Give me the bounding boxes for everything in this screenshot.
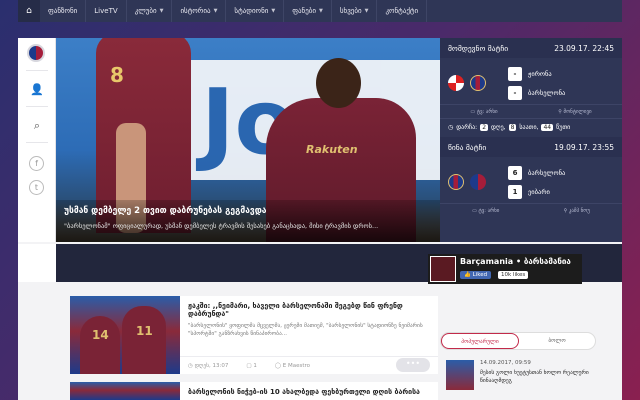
like-button[interactable]: 👍 Liked: [460, 271, 492, 279]
next-match-meta: ▭ ტვ: არხი ⚲ მონტილივი: [440, 104, 622, 118]
thumbs-up-icon: 👍: [464, 272, 471, 278]
hero-snippet: "ბარსელონამ" ოფიციალურად, უსმან დემბელეს…: [64, 222, 379, 230]
barcelona-crest-icon: [448, 174, 464, 190]
nav-item-contact[interactable]: კონტაქტი: [377, 0, 428, 22]
next-match-teams[interactable]: - ჟირონა - ბარსელონა: [440, 58, 622, 104]
home-icon[interactable]: ⌂: [18, 0, 40, 22]
top-navigation: ⌂ ფანზონი LiveTV კლუბი ▼ ისტორია ▼ სტადიონ…: [18, 0, 622, 22]
news-title[interactable]: ჟაკში: ,,ნეიმარი, ხაველი ბარსელონაში შეგ…: [188, 302, 430, 318]
news-snippet: "ბარსელონის" ყოფილმა მცველმა, ჟერემი მათ…: [188, 323, 423, 337]
match-panel: მომდევნო მატჩი 23.09.17. 22:45 - ჟირონა -…: [440, 38, 622, 242]
nav-item-other[interactable]: სხვები ▼: [332, 0, 378, 22]
popular-item-image: [446, 360, 474, 390]
news-title[interactable]: ბარსელონის ნიჭებ-ის 10 ახალბედა ფეხბურთე…: [188, 388, 430, 396]
chevron-down-icon: ▼: [213, 8, 218, 14]
tv-icon: ▭: [472, 207, 477, 214]
chevron-down-icon: ▼: [364, 8, 369, 14]
news-image[interactable]: 14 11: [70, 296, 180, 374]
left-sidebar: 👤 ⌕ f t: [18, 38, 56, 242]
facebook-icon[interactable]: f: [29, 156, 44, 171]
hero-caption: უსმან დემბელე 2 თვით დაბრუნებას გეგმავდა…: [56, 200, 440, 242]
tv-icon: ▭: [470, 108, 476, 115]
site-logo[interactable]: [27, 44, 45, 62]
clock-icon: ◷: [448, 123, 454, 131]
comment-icon: ▢: [246, 362, 252, 369]
location-pin-icon: ⚲: [558, 108, 562, 115]
news-item[interactable]: ჟაკში: ,,ნეიმარი, ხაველი ბარსელონაში შეგ…: [180, 296, 438, 374]
venue: ⚲ კამპ ნოუ: [563, 207, 590, 214]
news-image[interactable]: [70, 382, 180, 400]
nav-item-livetv[interactable]: LiveTV: [86, 0, 127, 22]
chevron-down-icon: ▼: [159, 8, 164, 14]
user-icon: ◯: [274, 362, 282, 369]
nav-item-history[interactable]: ისტორია ▼: [172, 0, 227, 22]
twitter-icon[interactable]: t: [29, 180, 44, 195]
tv-channel: ▭ ტვ: არხი: [472, 207, 500, 214]
next-match-header: მომდევნო მატჩი 23.09.17. 22:45: [440, 38, 622, 58]
eibar-crest-icon: [470, 174, 486, 190]
prev-match-teams[interactable]: 6 ბარსელონა 1 ეიბარი: [440, 157, 622, 203]
clock-icon: ◷: [188, 362, 193, 369]
nav-item-fanzone[interactable]: ფანზონი: [40, 0, 87, 22]
likes-count: 10k likes: [498, 271, 529, 279]
nav-item-stadium[interactable]: სტადიონი ▼: [226, 0, 285, 22]
sidebar-tabs: პოპულარული ბოლო: [440, 332, 596, 350]
nav-item-club[interactable]: კლუბი ▼: [127, 0, 173, 22]
popular-item[interactable]: 14.09.2017, 09:59 მესის გოლი ხუეტუსთან ხ…: [446, 360, 596, 392]
chevron-down-icon: ▼: [271, 8, 276, 14]
more-button[interactable]: •••: [396, 358, 430, 372]
divider: [26, 142, 48, 143]
venue: ⚲ მონტილივი: [558, 108, 592, 115]
left-sidebar-lower: [18, 244, 56, 282]
search-icon[interactable]: ⌕: [29, 118, 45, 134]
divider: [26, 106, 48, 107]
hero-article[interactable]: Jo 8 Rakuten უსმან დემბელე 2 თვით დაბრუნ…: [56, 38, 440, 242]
hero-title[interactable]: უსმან დემბელე 2 თვით დაბრუნებას გეგმავდა: [64, 206, 432, 216]
match-countdown: ◷ დარჩა: 2 დღე, 8 საათი, 44 წუთი: [440, 118, 622, 135]
page-avatar: [430, 256, 456, 282]
prev-match-meta: ▭ ტვ: არხი ⚲ კამპ ნოუ: [440, 203, 622, 217]
user-icon[interactable]: 👤: [29, 82, 45, 98]
news-item[interactable]: ბარსელონის ნიჭებ-ის 10 ახალბედა ფეხბურთე…: [180, 382, 438, 400]
barcelona-crest-icon: [470, 75, 486, 91]
facebook-page-widget[interactable]: Barçamania • ბარსამანია 👍 Liked 10k like…: [428, 254, 582, 284]
girona-crest-icon: [448, 75, 464, 91]
tab-popular[interactable]: პოპულარული: [441, 333, 519, 349]
tv-channel: ▭ ტვ: არხი: [470, 108, 498, 115]
chevron-down-icon: ▼: [319, 8, 323, 14]
prev-match-header: წინა მატჩი 19.09.17. 23:55: [440, 137, 622, 157]
tab-latest[interactable]: ბოლო: [519, 333, 595, 349]
location-pin-icon: ⚲: [563, 207, 568, 214]
divider: [26, 70, 48, 71]
nav-item-fans[interactable]: ფანები ▼: [284, 0, 332, 22]
